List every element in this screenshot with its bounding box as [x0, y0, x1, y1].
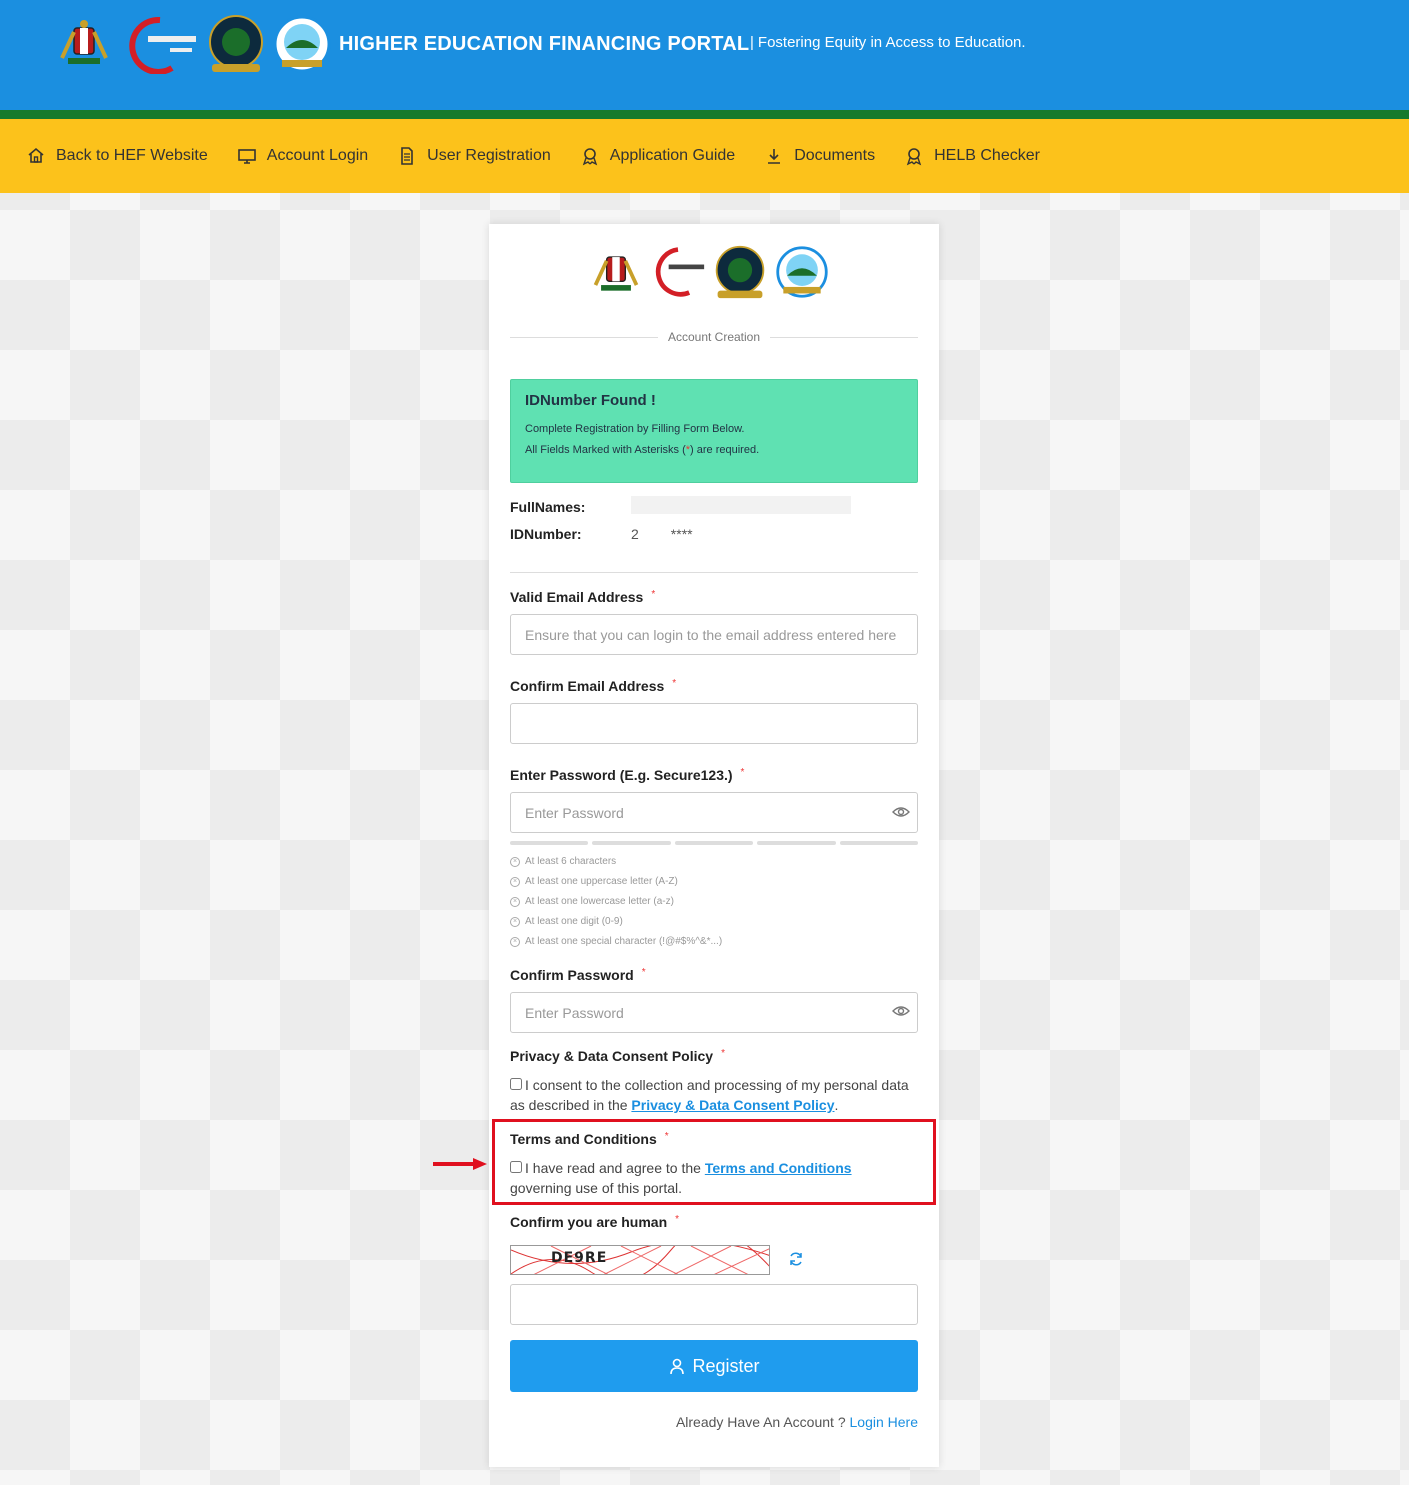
header-logos [54, 14, 332, 74]
x-circle-icon: × [510, 877, 520, 887]
x-circle-icon: × [510, 917, 520, 927]
refresh-icon[interactable] [788, 1251, 804, 1267]
nav-label: Documents [794, 147, 876, 164]
nav-user-registration[interactable]: User Registration [397, 146, 551, 166]
idnumber-label: IDNumber: [510, 526, 582, 542]
helb-logo-icon [209, 15, 263, 72]
card-logos [588, 244, 830, 300]
captcha-noise-icon [511, 1246, 769, 1274]
captcha-code: DE9RE [551, 1250, 608, 1266]
nav-label: User Registration [427, 147, 551, 164]
nav-label: Account Login [266, 147, 369, 164]
confirm-email-label: Confirm Email Address * [510, 678, 677, 694]
ministry-logo-icon [655, 247, 705, 297]
password-rule: × At least one lowercase letter (a-z) [510, 892, 722, 912]
password-label: Enter Password (E.g. Secure123.) * [510, 767, 745, 783]
password-rule: × At least 6 characters [510, 852, 722, 872]
nav-label: Application Guide [609, 147, 736, 164]
privacy-policy-link[interactable]: Privacy & Data Consent Policy [631, 1097, 834, 1113]
register-label: Register [692, 1355, 760, 1376]
email-label: Valid Email Address * [510, 589, 656, 605]
confirm-email-input[interactable] [510, 703, 918, 744]
kenya-coat-of-arms-icon [593, 256, 639, 291]
eye-icon[interactable] [892, 803, 910, 821]
portal-title: HIGHER EDUCATION FINANCING PORTAL [339, 33, 750, 55]
password-rules: × At least 6 characters × At least one upp… [510, 852, 722, 952]
arrow-right-icon [433, 1158, 487, 1170]
captcha-image: DE9RE [510, 1245, 770, 1275]
fullnames-row: FullNames: [510, 496, 851, 515]
fullnames-value-redacted [631, 496, 851, 515]
registration-card: Account Creation IDNumber Found ! Comple… [489, 224, 939, 1467]
alert-title: IDNumber Found ! [525, 392, 656, 409]
x-circle-icon: × [510, 857, 520, 867]
section-divider: Account Creation [510, 330, 918, 344]
award-icon [906, 148, 922, 166]
captcha-input[interactable] [510, 1284, 918, 1325]
password-rule: × At least one special character (!@#$%^&… [510, 932, 722, 952]
register-button[interactable]: Register [510, 1340, 918, 1392]
x-circle-icon: × [510, 937, 520, 947]
confirm-password-label: Confirm Password * [510, 967, 646, 983]
password-rule: × At least one uppercase letter (A-Z) [510, 872, 722, 892]
confirm-password-input[interactable] [510, 992, 918, 1033]
id-found-alert: IDNumber Found ! Complete Registration b… [510, 379, 918, 483]
nav-documents[interactable]: Documents [764, 146, 875, 166]
nav-label: HELB Checker [934, 147, 1040, 164]
nav-application-guide[interactable]: Application Guide [580, 146, 735, 166]
nav-helb-checker[interactable]: HELB Checker [904, 146, 1040, 166]
alert-line-1: Complete Registration by Filling Form Be… [525, 423, 745, 435]
password-rule: × At least one digit (0-9) [510, 912, 722, 932]
alert-line-2: All Fields Marked with Asterisks (*) are… [525, 444, 760, 456]
portal-header: HIGHER EDUCATION FINANCING PORTAL Foster… [0, 0, 1409, 110]
login-prompt: Already Have An Account ? Login Here [675, 1414, 919, 1430]
document-icon [401, 147, 413, 165]
captcha-label: Confirm you are human * [510, 1214, 680, 1230]
portal-tagline: Fostering Equity in Access to Education. [750, 34, 1026, 51]
header-divider [0, 110, 1409, 119]
top-navigation: Back to HEF Website Account Login User R… [0, 119, 1409, 193]
eye-icon[interactable] [892, 1002, 910, 1020]
fullnames-label: FullNames: [510, 499, 586, 515]
form-separator [510, 572, 918, 573]
login-here-link[interactable]: Login Here [850, 1414, 919, 1430]
award-icon [582, 148, 597, 166]
privacy-checkbox[interactable] [510, 1078, 522, 1091]
ministry-logo-icon [129, 16, 196, 74]
nav-label: Back to HEF Website [56, 147, 208, 164]
home-icon [28, 147, 44, 163]
universities-fund-logo-icon [273, 15, 331, 73]
universities-fund-logo-icon [776, 246, 828, 298]
download-icon [768, 149, 781, 164]
nav-back-to-hef-website[interactable]: Back to HEF Website [26, 146, 208, 166]
idnumber-row: IDNumber: 2 **** [510, 526, 693, 542]
password-strength-meter [510, 841, 919, 845]
nav-account-login[interactable]: Account Login [237, 146, 368, 166]
password-input[interactable] [510, 792, 918, 833]
idnumber-value: 2 **** [631, 526, 693, 542]
x-circle-icon: × [510, 897, 520, 907]
kenya-coat-of-arms-icon [60, 20, 108, 64]
helb-logo-icon [715, 245, 765, 299]
email-input[interactable] [510, 614, 918, 655]
privacy-consent: I consent to the collection and processi… [510, 1077, 909, 1113]
terms-highlight-box [492, 1119, 936, 1205]
monitor-icon [237, 149, 256, 164]
section-title: Account Creation [667, 330, 761, 344]
user-icon [670, 1358, 685, 1375]
privacy-label: Privacy & Data Consent Policy * [510, 1048, 725, 1064]
